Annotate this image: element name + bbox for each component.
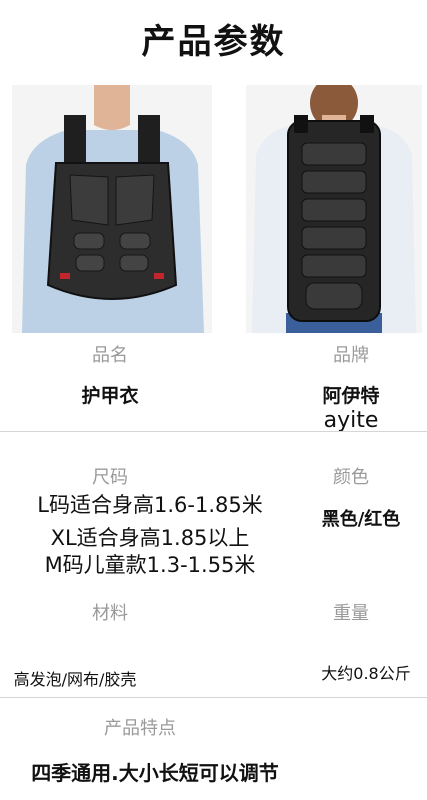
size-line: M码儿童款1.3-1.55米 [44, 553, 256, 577]
page-title: 产品参数 [141, 22, 286, 62]
divider [0, 431, 427, 432]
size-label: 尺码 [92, 467, 128, 488]
product-name-label: 品名 [92, 345, 128, 366]
size-values: L码适合身高1.6-1.85米 XL适合身高1.85以上 M码儿童款1.3-1.… [4, 489, 296, 582]
divider [0, 697, 427, 698]
material-label: 材料 [92, 603, 128, 624]
color-value: 黑色/红色 [321, 509, 401, 530]
size-line: L码适合身高1.6-1.85米 [37, 493, 263, 517]
brand-label: 品牌 [333, 345, 369, 366]
vest-front-photo [12, 85, 212, 333]
product-name-value: 护甲衣 [81, 385, 139, 407]
features-label: 产品特点 [104, 718, 176, 739]
features-value: 四季通用.大小长短可以调节 [31, 761, 279, 785]
material-value: 高发泡/网布/胶壳 [13, 670, 137, 689]
brand-value-en: ayite [323, 408, 379, 433]
color-label: 颜色 [333, 467, 369, 488]
brand-value-cn: 阿伊特 [322, 385, 380, 407]
weight-value: 大约0.8公斤 [321, 664, 411, 683]
vest-back-photo [246, 85, 422, 333]
weight-label: 重量 [333, 603, 369, 624]
